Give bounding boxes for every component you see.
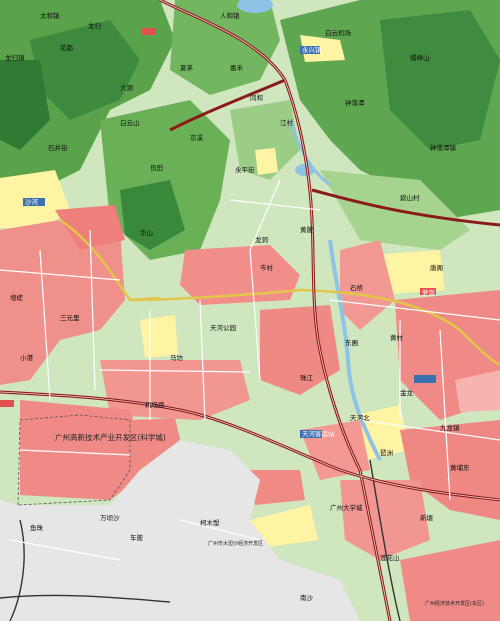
label-huangpu-east: 黄埔东 <box>450 463 470 472</box>
label-wanli: 万顷沙 <box>100 514 120 522</box>
label-shijing: 石井街 <box>48 143 68 152</box>
label-jiahe: 嘉禾 <box>230 63 244 72</box>
label-kemu: 柯木塱 <box>200 518 220 527</box>
label-baiyun-hill: 白云山 <box>120 118 140 127</box>
label-yuzhu: 鱼珠 <box>30 523 44 532</box>
label-yongping: 永平街 <box>235 165 255 174</box>
label-baiyun-airport: 白云机场 <box>325 28 352 37</box>
label-ligang: 良田 <box>150 163 163 172</box>
label-zengcha: 增槎 <box>10 293 24 302</box>
label-jiangcun: 江村 <box>280 118 294 127</box>
label-nansha: 南沙 <box>300 593 314 602</box>
label-junhe: 钟落潭 <box>345 98 365 107</box>
label-jingxi: 京溪 <box>190 133 204 142</box>
label-tianhe-north: 天河北 <box>350 414 370 422</box>
label-jiulong: 九龙镇 <box>440 423 460 432</box>
label-jinlong: 金龙 <box>400 388 414 397</box>
label-huangpi: 黄陂 <box>300 225 314 234</box>
label-xiaogang: 小港 <box>20 353 34 362</box>
map-labels: 太和镇 龙归 永兴镇 人和镇 夏茅 白云山 石井街 大源 江村 钟落潭 帽峰山 … <box>5 11 484 607</box>
label-mafa: 马坊 <box>170 353 184 362</box>
label-tonghe: 同和 <box>250 93 263 102</box>
label-north-road: 龙归 <box>88 21 101 30</box>
label-lianhua: 莲花山 <box>380 553 400 562</box>
label-yongxing[interactable]: 永兴镇 <box>302 45 322 54</box>
label-guangzhou-dev: 广州经济技术开发区(东区) <box>425 600 484 607</box>
label-sanyuanli: 三元里 <box>60 314 80 322</box>
label-renhe: 人和镇 <box>220 11 240 20</box>
label-huangcun: 黄村 <box>390 333 404 342</box>
label-huadong: 华山 <box>140 228 153 237</box>
label-tanghe: 唐阁 <box>430 263 443 272</box>
label-shahe[interactable]: 沙河 <box>25 198 39 206</box>
label-zhongluotan: 钟落潭镇 <box>430 143 457 152</box>
label-dayuan: 大源 <box>120 83 134 92</box>
label-xintang: 新塘 <box>420 513 434 522</box>
label-longdong: 龙洞 <box>255 235 269 244</box>
label-science-city: 广州高新技术产业开发区(科学城) <box>55 432 166 442</box>
label-dongguan-link: 广州市大坦沙经济开发区 <box>208 540 263 547</box>
label-top-left-town: 太和镇 <box>40 11 60 20</box>
label-pazhou: 琶洲 <box>380 449 393 457</box>
map-canvas[interactable]: 太和镇 龙归 永兴镇 人和镇 夏茅 白云山 石井街 大源 江村 钟落潭 帽峰山 … <box>0 0 500 621</box>
label-luogang[interactable]: 萝岗 <box>422 288 435 297</box>
label-zhujiang: 珠江 <box>300 373 314 382</box>
label-chebei: 车陂 <box>130 533 144 542</box>
label-tianhe-station[interactable]: 天河客运站 <box>302 429 335 438</box>
label-cencun: 岑村 <box>260 263 274 272</box>
label-guangzhou-univ-city: 广州大学城 <box>330 503 363 512</box>
label-jichang: 机场路 <box>145 400 165 409</box>
label-taihe-n: 帽峰山 <box>410 53 430 62</box>
label-xiajiao: 夏茅 <box>180 63 194 72</box>
label-tianhe-park: 天河公园 <box>210 324 236 332</box>
label-dongpu: 东圃 <box>345 338 358 347</box>
label-bishan: 碧山村 <box>400 193 420 202</box>
label-huadu: 花都 <box>60 43 74 52</box>
label-shiqiao: 石桥 <box>350 283 364 292</box>
label-longgui: 龙归镇 <box>5 53 25 62</box>
